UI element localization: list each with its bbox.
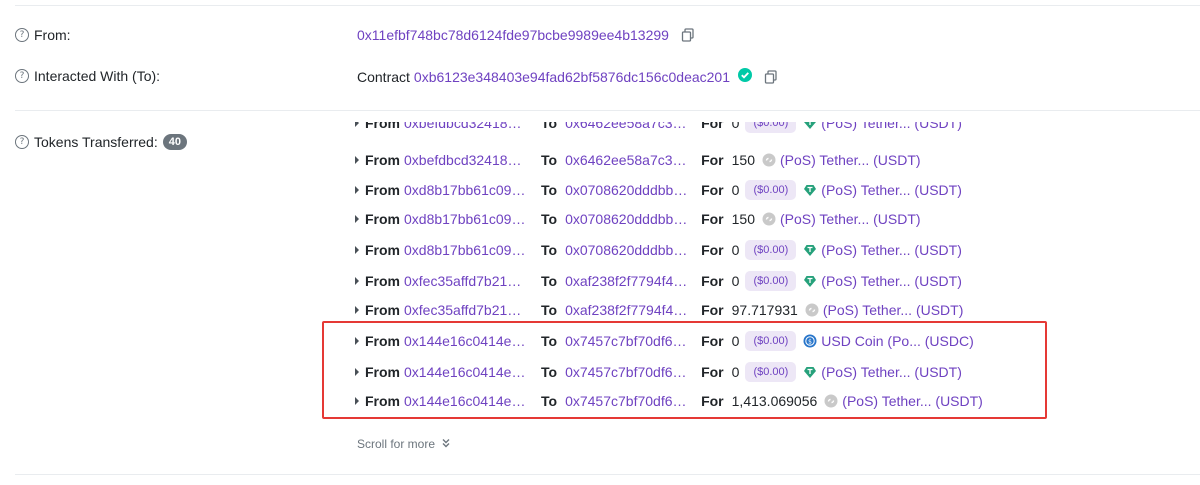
expand-caret-icon[interactable] [355, 277, 359, 285]
token-amount: 0 [731, 182, 740, 198]
tether-icon [803, 122, 817, 130]
token-amount: 0 [731, 242, 740, 258]
token-name-link[interactable]: (PoS) Tether... (USDT) [821, 242, 962, 258]
expand-caret-icon[interactable] [355, 186, 359, 194]
token-amount: 0 [731, 273, 740, 289]
token-amount: 150 [731, 211, 755, 227]
from-address-link[interactable]: 0xbefdbcd32418d... [404, 152, 526, 168]
token-name-link[interactable]: (PoS) Tether... (USDT) [821, 273, 962, 289]
token-transfer-row[interactable]: From 0xbefdbcd32418d... To 0x6462ee58a7c35.… [355, 122, 962, 134]
tether-icon [803, 243, 817, 257]
highlight-box [322, 321, 1047, 419]
from-keyword: From [365, 211, 400, 227]
interacted-label: ? Interacted With (To): [15, 68, 160, 84]
token-name-link[interactable]: (PoS) Tether... (USDT) [780, 211, 921, 227]
from-address-link[interactable]: 0xfec35affd7b215... [404, 273, 526, 289]
to-address-link[interactable]: 0x0708620dddbbe... [565, 182, 689, 198]
help-icon[interactable]: ? [15, 135, 29, 149]
token-amount: 0 [731, 122, 740, 131]
generic-token-icon [762, 153, 776, 167]
from-address-link[interactable]: 0xfec35affd7b215... [404, 302, 526, 318]
for-keyword: For [701, 242, 724, 258]
bottom-divider [15, 474, 1200, 475]
token-transfer-row[interactable]: From 0xd8b17bb61c09d... To 0x0708620dddbbe.… [355, 179, 962, 201]
for-keyword: For [701, 273, 724, 289]
generic-token-icon [805, 303, 819, 317]
from-address-link[interactable]: 0xd8b17bb61c09d... [404, 182, 526, 198]
for-keyword: For [701, 211, 724, 227]
token-name-link[interactable]: (PoS) Tether... (USDT) [780, 152, 921, 168]
from-address-link[interactable]: 0xbefdbcd32418d... [404, 122, 526, 131]
from-label: ? From: [15, 27, 71, 43]
expand-caret-icon[interactable] [355, 215, 359, 223]
to-keyword: To [541, 182, 558, 198]
to-keyword: To [541, 273, 558, 289]
to-keyword: To [541, 211, 558, 227]
from-address-link[interactable]: 0xd8b17bb61c09d... [404, 211, 526, 227]
usd-value-badge: ($0.00) [745, 122, 797, 133]
token-transfer-row[interactable]: From 0xd8b17bb61c09d... To 0x0708620dddbbe.… [355, 239, 962, 261]
from-keyword: From [365, 302, 400, 318]
usd-value-badge: ($0.00) [745, 240, 797, 260]
from-keyword: From [365, 242, 400, 258]
tether-icon [803, 274, 817, 288]
to-address-link[interactable]: 0x6462ee58a7c35... [565, 152, 689, 168]
expand-caret-icon[interactable] [355, 246, 359, 254]
to-keyword: To [541, 152, 558, 168]
token-amount: 97.717931 [731, 302, 798, 318]
to-keyword: To [541, 302, 558, 318]
tokens-count-badge: 40 [162, 134, 187, 150]
from-keyword: From [365, 273, 400, 289]
to-address-link[interactable]: 0x6462ee58a7c35... [565, 122, 689, 131]
for-keyword: For [701, 152, 724, 168]
scroll-for-more[interactable]: Scroll for more [357, 437, 451, 451]
copy-icon[interactable] [681, 28, 695, 42]
for-keyword: For [701, 122, 724, 131]
to-address-link[interactable]: 0x0708620dddbbe... [565, 242, 689, 258]
verified-check-icon [738, 68, 753, 85]
usd-value-badge: ($0.00) [745, 271, 797, 291]
token-transfer-row[interactable]: From 0xbefdbcd32418d... To 0x6462ee58a7c35.… [355, 149, 921, 171]
copy-icon[interactable] [764, 69, 778, 84]
interacted-value: Contract 0xb6123e348403e94fad62bf5876dc1… [357, 68, 778, 85]
token-transfer-row[interactable]: From 0xfec35affd7b215... To 0xaf238f2f7794f… [355, 270, 962, 292]
contract-prefix: Contract [357, 68, 410, 85]
expand-caret-icon[interactable] [355, 306, 359, 314]
to-address-link[interactable]: 0xaf238f2f7794f49... [565, 273, 689, 289]
token-name-link[interactable]: (PoS) Tether... (USDT) [821, 122, 962, 131]
contract-address-link[interactable]: 0xb6123e348403e94fad62bf5876dc156c0deac2… [414, 69, 730, 85]
help-icon[interactable]: ? [15, 69, 29, 83]
expand-caret-icon[interactable] [355, 156, 359, 164]
to-keyword: To [541, 122, 558, 131]
section-divider [15, 110, 1200, 111]
help-icon[interactable]: ? [15, 28, 29, 42]
usd-value-badge: ($0.00) [745, 180, 797, 200]
generic-token-icon [762, 212, 776, 226]
to-address-link[interactable]: 0xaf238f2f7794f49... [565, 302, 689, 318]
from-value: 0x11efbf748bc78d6124fde97bcbe9989ee4b132… [357, 27, 695, 43]
from-address-link[interactable]: 0xd8b17bb61c09d... [404, 242, 526, 258]
expand-caret-icon[interactable] [355, 122, 359, 127]
from-keyword: From [365, 152, 400, 168]
token-transfer-row[interactable]: From 0xd8b17bb61c09d... To 0x0708620dddbbe.… [355, 208, 921, 230]
to-keyword: To [541, 242, 558, 258]
for-keyword: For [701, 302, 724, 318]
from-keyword: From [365, 182, 400, 198]
tokens-transferred-label: ? Tokens Transferred: 40 [15, 134, 187, 150]
token-amount: 150 [731, 152, 755, 168]
from-address-link[interactable]: 0x11efbf748bc78d6124fde97bcbe9989ee4b132… [357, 27, 669, 43]
tether-icon [803, 183, 817, 197]
token-name-link[interactable]: (PoS) Tether... (USDT) [821, 182, 962, 198]
token-name-link[interactable]: (PoS) Tether... (USDT) [823, 302, 964, 318]
from-keyword: From [365, 122, 400, 131]
to-address-link[interactable]: 0x0708620dddbbe... [565, 211, 689, 227]
double-chevron-down-icon [441, 438, 451, 451]
token-transfer-row[interactable]: From 0xfec35affd7b215... To 0xaf238f2f7794f… [355, 299, 963, 321]
for-keyword: For [701, 182, 724, 198]
top-divider [15, 5, 1200, 6]
